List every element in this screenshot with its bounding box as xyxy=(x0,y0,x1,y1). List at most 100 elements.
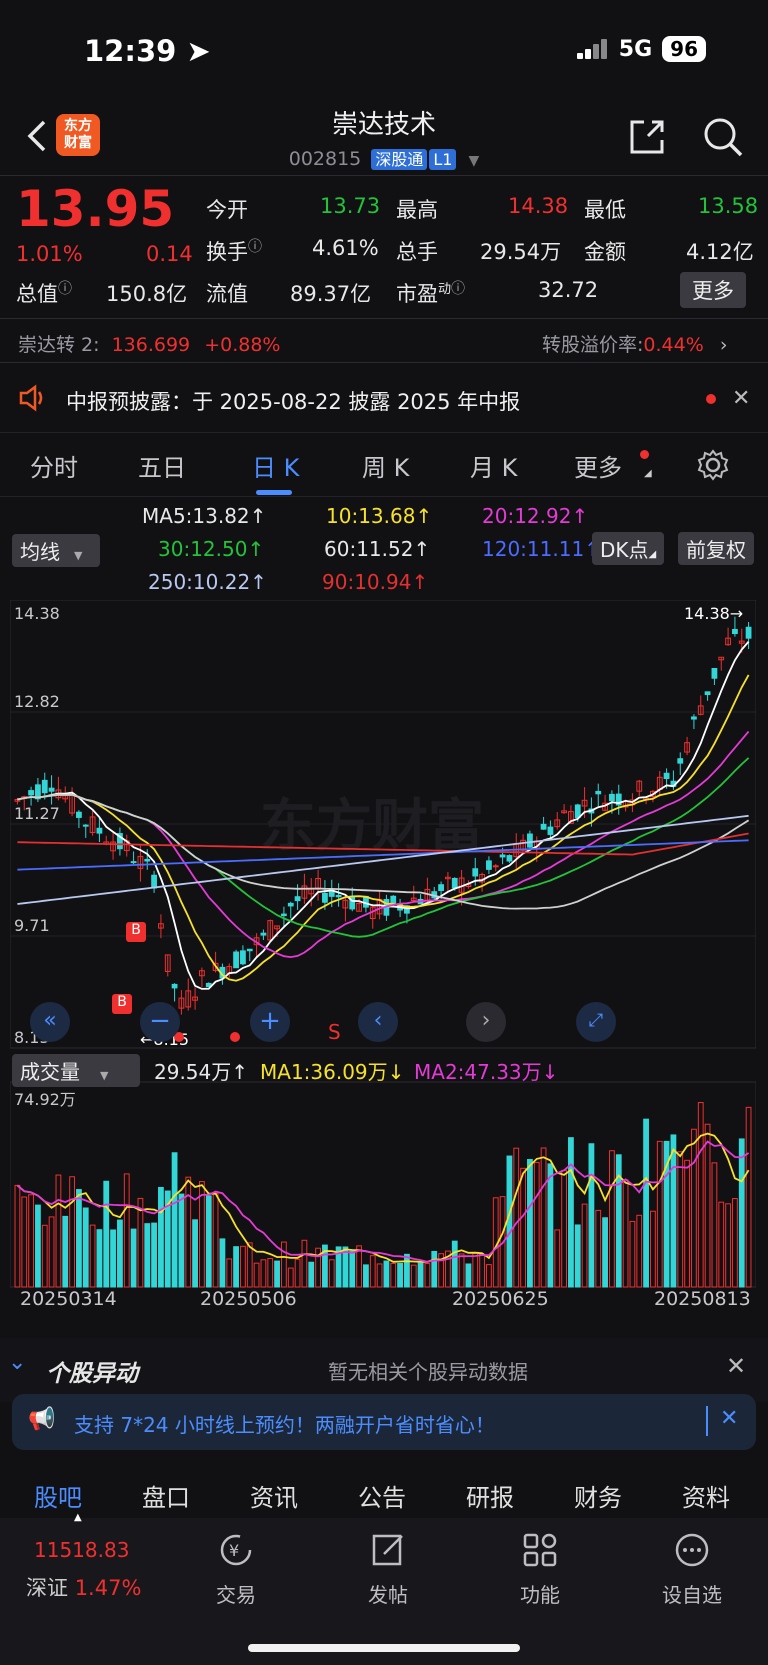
ma5-legend: MA5:13.82↑ xyxy=(142,504,267,528)
chevron-down-icon: ▼ xyxy=(74,549,83,562)
scroll-left-button[interactable]: ‹ xyxy=(358,1002,398,1042)
volume-bar xyxy=(55,1174,62,1288)
more-caret-icon: ◢ xyxy=(644,468,652,479)
nav-post[interactable]: 发帖 xyxy=(338,1532,438,1608)
zoom-out-button[interactable]: − xyxy=(140,1002,180,1042)
ma-selector[interactable]: 均线 ▼ xyxy=(12,534,100,567)
premium-rate[interactable]: 转股溢价率:0.44% › xyxy=(542,330,727,357)
info-icon: ⓘ xyxy=(451,281,466,297)
volume-bar xyxy=(595,1209,602,1288)
high-value: 14.38 xyxy=(508,194,569,218)
volume-bar xyxy=(479,1253,485,1288)
tab-news[interactable]: 资讯 xyxy=(250,1478,298,1513)
bond-price: 136.699 xyxy=(111,334,191,356)
volume-bar xyxy=(745,1106,752,1288)
close-icon[interactable]: ✕ xyxy=(720,1406,738,1431)
volume-bar xyxy=(574,1224,581,1288)
tab-intraday[interactable]: 分时 xyxy=(30,448,78,483)
ma60-legend: 60:11.52↑ xyxy=(324,537,431,561)
candle xyxy=(233,951,239,969)
ma250-legend: 250:10.22↑ xyxy=(148,570,267,594)
level-tag: L1 xyxy=(429,149,457,170)
speaker-icon xyxy=(18,384,48,416)
fullscreen-button[interactable]: ⤢ xyxy=(576,1002,616,1042)
volume-bar xyxy=(151,1222,157,1288)
candle xyxy=(472,868,479,877)
abnormal-activity-bar[interactable]: ⌄ 个股异动 暂无相关个股异动数据 ✕ xyxy=(0,1338,768,1402)
volume-bar xyxy=(328,1259,335,1288)
candle xyxy=(28,790,34,796)
close-icon[interactable]: ✕ xyxy=(726,1352,746,1380)
volume-bar xyxy=(14,1184,21,1288)
bond-change: +0.88% xyxy=(204,334,281,356)
promo-banner[interactable]: 📢 支持 7*24 小时线上预约！两融开户省时省心！ ✕ xyxy=(12,1394,756,1450)
volume-bar xyxy=(527,1159,533,1288)
search-icon[interactable] xyxy=(702,116,744,158)
candle xyxy=(540,823,547,830)
tab-pankou[interactable]: 盘口 xyxy=(142,1478,190,1513)
volume-ma10-line xyxy=(16,1140,750,1263)
index-row[interactable]: 深证 1.47% xyxy=(26,1572,141,1602)
candle xyxy=(390,895,397,905)
dk-point-button[interactable]: DK点◢ xyxy=(592,532,665,565)
float-value: 89.37亿 xyxy=(290,282,372,306)
tab-monthly-k[interactable]: 月 K xyxy=(470,448,517,483)
volume-bar xyxy=(622,1179,629,1288)
nav-functions[interactable]: 功能 xyxy=(490,1532,590,1608)
candle xyxy=(609,793,615,802)
promo-divider xyxy=(706,1406,708,1436)
sell-marker[interactable]: S xyxy=(328,1020,341,1044)
close-icon[interactable]: ✕ xyxy=(732,386,750,411)
more-button[interactable]: 更多 xyxy=(680,272,746,308)
tab-profile[interactable]: 资料 xyxy=(682,1478,730,1513)
tab-weekly-k[interactable]: 周 K xyxy=(362,448,409,483)
volume-value: 29.54万↑ xyxy=(154,1060,249,1084)
candle xyxy=(48,787,55,792)
candle xyxy=(171,983,178,989)
candle xyxy=(691,716,697,720)
volume-bar xyxy=(383,1260,390,1288)
share-icon[interactable] xyxy=(626,116,668,158)
volume-bar xyxy=(205,1195,212,1288)
tab-daily-k[interactable]: 日 K xyxy=(252,448,299,483)
tab-finance[interactable]: 财务 xyxy=(574,1478,622,1513)
info-icon: ⓘ xyxy=(248,239,262,255)
volume-bar xyxy=(376,1263,383,1288)
buy-marker[interactable]: B xyxy=(126,922,146,942)
buy-marker[interactable]: B xyxy=(112,994,132,1014)
candle xyxy=(41,779,48,794)
announcement-text[interactable]: 中报预披露：于 2025-08-22 披露 2025 年中报 xyxy=(66,386,520,416)
tab-five-day[interactable]: 五日 xyxy=(138,448,186,483)
volume-bar xyxy=(704,1123,711,1288)
kline-chart[interactable]: 东方财富 xyxy=(10,600,756,1325)
nav-trade[interactable]: ¥ 交易 xyxy=(186,1532,286,1608)
indicator-selector[interactable]: 成交量 ▼ xyxy=(12,1054,140,1087)
convertible-bond-row[interactable]: 崇达转 2: 136.699 +0.88% xyxy=(18,330,280,357)
nav-add-watchlist[interactable]: 设自选 xyxy=(642,1532,742,1608)
tab-guba[interactable]: 股吧 xyxy=(34,1478,82,1513)
mktcap-label[interactable]: 总值ⓘ xyxy=(16,278,72,308)
volume-bar xyxy=(410,1264,417,1288)
volume-bar xyxy=(240,1245,246,1288)
rewind-button[interactable]: « xyxy=(30,1002,70,1042)
tab-more[interactable]: 更多 xyxy=(574,448,622,483)
mktcap-value: 150.8亿 xyxy=(106,282,188,306)
abnormal-title: 个股异动 xyxy=(46,1361,138,1387)
adjust-button[interactable]: 前复权 xyxy=(678,532,754,565)
tab-research[interactable]: 研报 xyxy=(466,1478,514,1513)
index-value[interactable]: 11518.83 xyxy=(34,1538,129,1562)
pe-label[interactable]: 市盈动ⓘ xyxy=(396,278,465,308)
volume-bar xyxy=(677,1151,684,1288)
settings-gear-icon[interactable] xyxy=(696,448,730,482)
zoom-in-button[interactable]: + xyxy=(250,1002,290,1042)
turnover-label[interactable]: 换手ⓘ xyxy=(206,236,262,266)
scroll-right-button[interactable]: › xyxy=(466,1002,506,1042)
candle xyxy=(151,874,157,889)
ma20-legend: 20:12.92↑ xyxy=(482,504,589,528)
volume-bar xyxy=(199,1181,205,1288)
signal-icon xyxy=(576,39,609,59)
abnormal-text: 暂无相关个股异动数据 xyxy=(328,1360,528,1384)
tab-announcements[interactable]: 公告 xyxy=(358,1478,406,1513)
volume-bar xyxy=(260,1259,267,1288)
grid-icon xyxy=(523,1533,557,1567)
